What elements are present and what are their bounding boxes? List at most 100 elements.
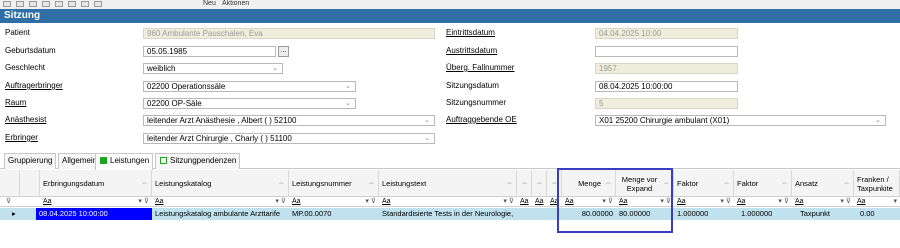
auftragerbringer-value: 02200 Operationssäle: [147, 82, 226, 91]
filter-leistungskatalog[interactable]: Aa ▾ ⊽: [152, 197, 289, 207]
filter-leistungsnummer[interactable]: Aa ▾ ⊽: [289, 197, 379, 207]
filter-leistungstext[interactable]: Aa ▾ ⊽: [379, 197, 517, 207]
auftraggebende-oe-select[interactable]: X01 25200 Chirurgie ambulant (X01) ⌄: [595, 115, 886, 126]
raum-value: 02200 OP-Säle: [147, 99, 202, 108]
col-extra-3[interactable]: ⇔: [547, 170, 562, 197]
filter-clear-icon[interactable]: ⊽: [2, 197, 20, 207]
tab-label: Allgemein: [62, 156, 98, 165]
back-icon[interactable]: [81, 1, 89, 7]
print-icon[interactable]: [16, 1, 24, 7]
cell-leistungsnummer[interactable]: MP.00.0070: [289, 208, 379, 220]
cell-ansatz[interactable]: Taxpunkt: [797, 208, 854, 220]
col-menge-vor-expand[interactable]: Menge vor Expand ⇔: [616, 170, 674, 197]
raum-label[interactable]: Raum: [5, 98, 26, 108]
forward-icon[interactable]: [94, 1, 102, 7]
col-faktor-1[interactable]: Faktor ⇔: [674, 170, 734, 197]
refresh-icon[interactable]: [68, 1, 76, 7]
sitzungsnummer-label: Sitzungsnummer: [446, 98, 507, 107]
col-erbringungsdatum[interactable]: Erbringungsdatum ⇔: [40, 170, 152, 197]
geschlecht-label: Geschlecht: [5, 63, 46, 72]
tab-sitzungpendenzen[interactable]: Sitzungpendenzen: [155, 153, 241, 169]
cell-franken[interactable]: 0.00: [857, 208, 900, 220]
sitzungsdatum-field[interactable]: 08.04.2025 10:00:00: [595, 81, 738, 92]
sort-icon: ⇔: [368, 180, 375, 187]
cell-faktor-2[interactable]: 1.000000: [738, 208, 792, 220]
filter-icon: ▾ ⊽: [778, 198, 789, 205]
erbringer-select[interactable]: leitender Arzt Chirurgie , Charly ( ) 51…: [143, 133, 435, 144]
sitzung-form: Patient 960 Ambulante Pauschalen, Eva Ge…: [0, 24, 900, 150]
row-indicator-header: [0, 170, 20, 197]
geburtsdatum-field[interactable]: 05.05.1985: [143, 46, 276, 57]
cell-erbringungsdatum[interactable]: 08.04.2025 10:00:00: [36, 208, 152, 220]
col-leistungstext[interactable]: Leistungstext ⇔: [379, 170, 517, 197]
aktionen-button[interactable]: Aktionen: [222, 0, 249, 8]
green-square-icon: [100, 157, 107, 164]
col-franken-taxpunkte[interactable]: Franken / Taxpunkite: [854, 170, 900, 197]
sort-icon: ⇔: [278, 180, 285, 187]
filter-icon: ▾ ⊽: [660, 198, 671, 205]
filter-erbringungsdatum[interactable]: Aa ▾ ⊽: [40, 197, 152, 207]
col-menge[interactable]: Menge ⇔: [562, 170, 616, 197]
tools-icon[interactable]: [55, 1, 63, 7]
cell-faktor-1[interactable]: 1.000000: [674, 208, 734, 220]
sort-icon: ⇔: [843, 180, 850, 187]
col-leistungsnummer[interactable]: Leistungsnummer ⇔: [289, 170, 379, 197]
sort-icon: ⇔: [141, 180, 148, 187]
auftraggebende-oe-label[interactable]: Auftraggebende OE: [446, 115, 517, 125]
copy-icon[interactable]: [29, 1, 37, 7]
current-row-arrow-icon: ▸: [12, 209, 16, 218]
chevron-down-icon: ⌄: [272, 65, 278, 72]
col-extra-2[interactable]: ⇔: [532, 170, 547, 197]
sitzungsnummer-field: 5: [595, 98, 738, 109]
austrittsdatum-field[interactable]: [595, 46, 738, 57]
col-faktor-2[interactable]: Faktor ⇔: [734, 170, 792, 197]
fallnummer-label[interactable]: Überg. Fallnummer: [446, 63, 514, 73]
eintrittsdatum-label[interactable]: Eintrittsdatum: [446, 28, 495, 38]
col-leistungskatalog[interactable]: Leistungskatalog ⇔: [152, 170, 289, 197]
cell-leistungstext[interactable]: Standardisierte Tests in der Neurologie,: [379, 208, 517, 220]
filter-faktor-1[interactable]: Aa ▾ ⊽: [674, 197, 734, 207]
tab-leistungen[interactable]: Leistungen: [95, 153, 154, 170]
tab-bar: Gruppierung Allgemein Leistungen Sitzung…: [0, 151, 900, 170]
filter-extra-3[interactable]: Aa: [547, 197, 562, 207]
cell-menge-vor-expand[interactable]: 80.00000: [616, 208, 674, 220]
save-icon[interactable]: [3, 1, 11, 7]
cell-leistungskatalog[interactable]: Leistungskatalog ambulante Arzttarife: [152, 208, 289, 220]
patient-label: Patient: [5, 28, 30, 37]
chevron-down-icon: ⌄: [345, 83, 351, 90]
filter-extra-2[interactable]: Aa: [532, 197, 547, 207]
austrittsdatum-label[interactable]: Austrittsdatum: [446, 46, 497, 56]
filter-menge[interactable]: Aa ▾ ⊽: [562, 197, 616, 207]
filter-icon: ▾ ⊽: [602, 198, 613, 205]
patient-field: 960 Ambulante Pauschalen, Eva: [143, 28, 435, 39]
auftragerbringer-select[interactable]: 02200 Operationssäle ⌄: [143, 81, 356, 92]
cell-menge[interactable]: 80.00000: [562, 208, 616, 220]
neu-button[interactable]: Neu: [203, 0, 216, 8]
filter-icon: ▾ ⊽: [365, 198, 376, 205]
paste-icon[interactable]: [42, 1, 50, 7]
geschlecht-value: weiblich: [147, 64, 176, 73]
raum-select[interactable]: 02200 OP-Säle ⌄: [143, 98, 356, 109]
anaesthesist-label[interactable]: Anästhesist: [5, 115, 46, 125]
filter-faktor-2[interactable]: Aa ▾ ⊽: [734, 197, 792, 207]
sort-icon: ⇔: [663, 180, 670, 187]
chevron-down-icon: ⌄: [345, 100, 351, 107]
chevron-down-icon: ⌄: [875, 117, 881, 124]
filter-menge-vor-expand[interactable]: Aa ▾ ⊽: [616, 197, 674, 207]
sort-icon: ⇔: [723, 180, 730, 187]
chevron-down-icon: ⌄: [424, 117, 430, 124]
auftragerbringer-label[interactable]: Auftragerbringer: [5, 81, 63, 91]
anaesthesist-select[interactable]: leitender Arzt Anästhesie , Albert ( ) 5…: [143, 115, 435, 126]
filter-extra-1[interactable]: Aa: [517, 197, 532, 207]
tab-gruppierung[interactable]: Gruppierung: [4, 153, 57, 169]
filter-franken[interactable]: Aa ▾: [854, 197, 900, 207]
filter-ansatz[interactable]: Aa ▾ ⊽: [792, 197, 854, 207]
erbringer-label[interactable]: Erbringer: [5, 133, 38, 143]
col-extra-1[interactable]: ⇔: [517, 170, 532, 197]
fallnummer-field: 1957: [595, 63, 738, 74]
col-ansatz[interactable]: Ansatz ⇔: [792, 170, 854, 197]
geburtsdatum-picker-button[interactable]: ...: [278, 46, 289, 57]
geschlecht-select[interactable]: weiblich ⌄: [143, 63, 283, 74]
sort-icon: ⇔: [605, 180, 612, 187]
table-row[interactable]: ▸ 08.04.2025 10:00:00 Leistungskatalog a…: [0, 208, 900, 220]
